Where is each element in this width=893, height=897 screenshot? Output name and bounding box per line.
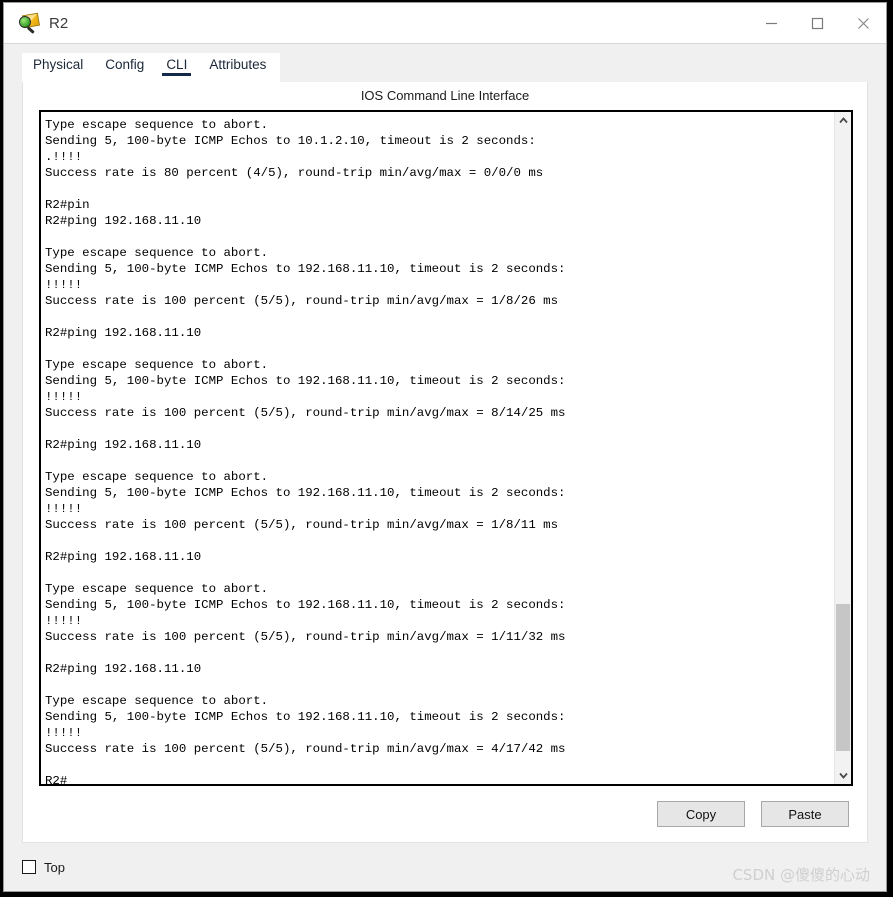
scrollbar-thumb[interactable] (836, 604, 850, 752)
tab-cli[interactable]: CLI (155, 53, 198, 82)
packet-tracer-device-icon (18, 12, 41, 34)
terminal-scrollbar[interactable] (834, 112, 851, 784)
close-icon[interactable] (840, 3, 886, 44)
top-checkbox[interactable] (22, 860, 36, 874)
minimize-icon[interactable] (748, 3, 794, 44)
terminal-container: Type escape sequence to abort. Sending 5… (39, 110, 853, 786)
tab-config[interactable]: Config (94, 53, 155, 82)
window-controls (748, 3, 886, 44)
terminal-output-area[interactable]: Type escape sequence to abort. Sending 5… (41, 112, 834, 784)
chevron-up-icon[interactable] (835, 112, 851, 129)
tab-attributes[interactable]: Attributes (198, 53, 277, 82)
maximize-icon[interactable] (794, 3, 840, 44)
tab-physical[interactable]: Physical (22, 53, 94, 82)
panel-heading: IOS Command Line Interface (360, 88, 530, 103)
window-title: R2 (49, 14, 69, 32)
paste-button[interactable]: Paste (761, 801, 849, 827)
top-checkbox-row[interactable]: Top (22, 860, 65, 875)
window-footer: Top CSDN @傻傻的心动 (4, 843, 886, 891)
chevron-down-icon[interactable] (835, 767, 851, 784)
top-checkbox-label: Top (44, 859, 65, 875)
copy-button[interactable]: Copy (657, 801, 745, 827)
cli-panel: IOS Command Line Interface Type escape s… (22, 82, 868, 843)
window-body: Physical Config CLI Attributes IOS Comma… (4, 44, 886, 891)
watermark: CSDN @傻傻的心动 (732, 866, 870, 884)
scrollbar-track[interactable] (835, 129, 851, 767)
terminal-output: Type escape sequence to abort. Sending 5… (45, 118, 566, 784)
action-button-row: Copy Paste (23, 786, 867, 842)
title-bar-left: R2 (4, 12, 748, 34)
router-cli-window: R2 Physical Config CLI Attributes IOS Co… (3, 2, 887, 892)
tab-strip: Physical Config CLI Attributes (22, 53, 280, 82)
title-bar: R2 (4, 3, 886, 44)
